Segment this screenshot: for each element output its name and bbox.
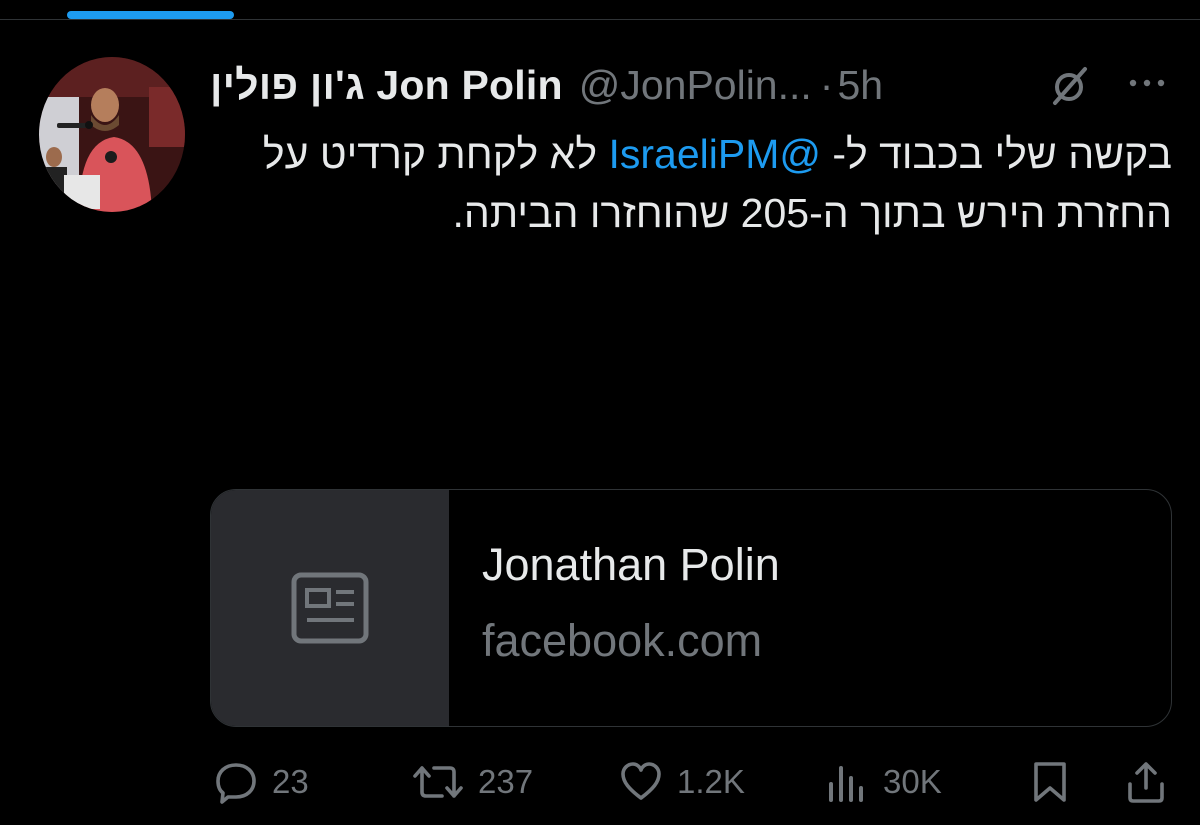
tweet-text: בקשה שלי בכבוד ל- @IsraeliPM לא לקחת קרד…: [210, 125, 1172, 243]
share-icon: [1128, 762, 1164, 803]
like-count: 1.2K: [677, 763, 745, 800]
header-divider: [0, 19, 1200, 20]
tweet-header: ג'ון פולין Jon Polin @JonPolin... · 5h: [210, 58, 883, 112]
view-count: 30K: [883, 763, 942, 800]
reply-icon: [216, 763, 256, 804]
bookmark-icon: [1034, 762, 1066, 802]
author-handle[interactable]: @JonPolin...: [579, 62, 812, 109]
repost-button[interactable]: 237: [412, 758, 533, 806]
article-icon: [291, 572, 369, 644]
avatar-photo: [39, 57, 185, 212]
views-icon: [829, 766, 863, 802]
separator: ·: [819, 61, 834, 108]
avatar[interactable]: [39, 57, 185, 212]
card-domain: facebook.com: [482, 615, 763, 666]
mute-icon[interactable]: [1047, 63, 1091, 107]
like-icon: [621, 762, 661, 800]
repost-count: 237: [478, 763, 534, 800]
card-thumbnail: [211, 490, 449, 726]
tab-indicator: [67, 11, 234, 19]
tweet-text-part: בקשה שלי בכבוד ל-: [821, 131, 1172, 177]
repost-icon: [413, 766, 463, 798]
reply-count: 23: [272, 763, 309, 800]
more-icon[interactable]: [1125, 71, 1169, 95]
share-button[interactable]: [1124, 758, 1168, 806]
author-name[interactable]: ג'ון פולין Jon Polin: [210, 62, 563, 109]
reply-button[interactable]: 23: [214, 758, 309, 806]
timestamp[interactable]: 5h: [837, 62, 883, 109]
like-button[interactable]: 1.2K: [619, 758, 745, 806]
views-button[interactable]: 30K: [825, 758, 942, 806]
link-card[interactable]: Jonathan Polin facebook.com: [210, 489, 1172, 727]
bookmark-button[interactable]: [1028, 758, 1072, 806]
card-title: Jonathan Polin: [482, 539, 780, 590]
mention-link[interactable]: @IsraeliPM: [609, 131, 822, 177]
